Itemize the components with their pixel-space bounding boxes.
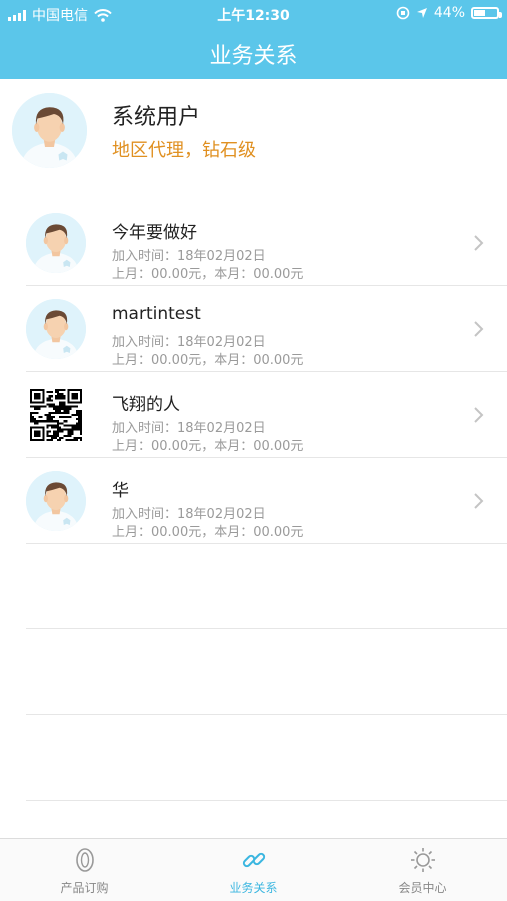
member-name: martintest [112, 304, 201, 324]
member-avatar [26, 471, 86, 531]
link-icon [242, 852, 266, 868]
capsule-icon [76, 848, 94, 872]
member-stats: 上月：00.00元，本月：00.00元 [112, 525, 304, 540]
battery-percent: 44% [433, 5, 465, 21]
row-divider [26, 628, 507, 629]
member-avatar [26, 299, 86, 359]
member-stats: 上月：00.00元，本月：00.00元 [112, 267, 304, 282]
battery-fill [474, 10, 485, 16]
tab-business-relations[interactable]: 业务关系 [169, 839, 338, 901]
profile-avatar [12, 93, 87, 168]
row-divider [26, 714, 507, 715]
page-title: 业务关系 [209, 44, 298, 69]
chevron-right-icon [474, 407, 484, 423]
status-right: 44% [396, 5, 502, 21]
row-divider [26, 543, 507, 544]
member-row[interactable]: martintest 加入时间：18年02月02日上月：00.00元，本月：00.… [0, 286, 507, 372]
member-joined: 加入时间：18年02月02日 [112, 249, 266, 264]
chevron-right-icon [474, 493, 484, 509]
member-avatar [26, 213, 86, 273]
member-name: 飞翔的人 [112, 395, 180, 415]
member-row[interactable]: 今年要做好加入时间：18年02月02日上月：00.00元，本月：00.00元 [0, 200, 507, 286]
profile-role: 地区代理，钻石级 [112, 140, 256, 161]
member-row[interactable]: 华加入时间：18年02月02日上月：00.00元，本月：00.00元 [0, 458, 507, 544]
profile-name: 系统用户 [112, 105, 201, 130]
tab-label: 产品订购 [60, 881, 109, 895]
member-name: 华 [112, 481, 129, 501]
member-joined: 加入时间：18年02月02日 [112, 335, 266, 350]
qr-code-avatar [30, 389, 82, 441]
member-row[interactable]: 飞翔的人加入时间：18年02月02日上月：00.00元，本月：00.00元 [0, 372, 507, 458]
sun-icon [411, 848, 435, 872]
profile-card[interactable]: 系统用户 地区代理，钻石级 [0, 79, 507, 189]
chevron-right-icon [474, 235, 484, 251]
member-stats: 上月：00.00元，本月：00.00元 [112, 439, 304, 454]
member-name: 今年要做好 [112, 223, 197, 243]
member-stats: 上月：00.00元，本月：00.00元 [112, 353, 304, 368]
row-divider [26, 800, 507, 801]
battery-icon [471, 7, 502, 19]
status-bar: 中国电信 上午12:30 44% [0, 0, 507, 28]
member-joined: 加入时间：18年02月02日 [112, 507, 266, 522]
orientation-lock-icon [396, 6, 410, 20]
app-header: 中国电信 上午12:30 44% 业务关系 [0, 0, 507, 79]
tab-product-order[interactable]: 产品订购 [0, 839, 169, 901]
tab-label: 业务关系 [229, 881, 278, 895]
tab-label: 会员中心 [398, 881, 447, 895]
location-arrow-icon [416, 8, 427, 18]
tab-bar: 产品订购 业务关系 会员中心 [0, 838, 507, 901]
member-joined: 加入时间：18年02月02日 [112, 421, 266, 436]
tab-member-center[interactable]: 会员中心 [338, 839, 507, 901]
chevron-right-icon [474, 321, 484, 337]
